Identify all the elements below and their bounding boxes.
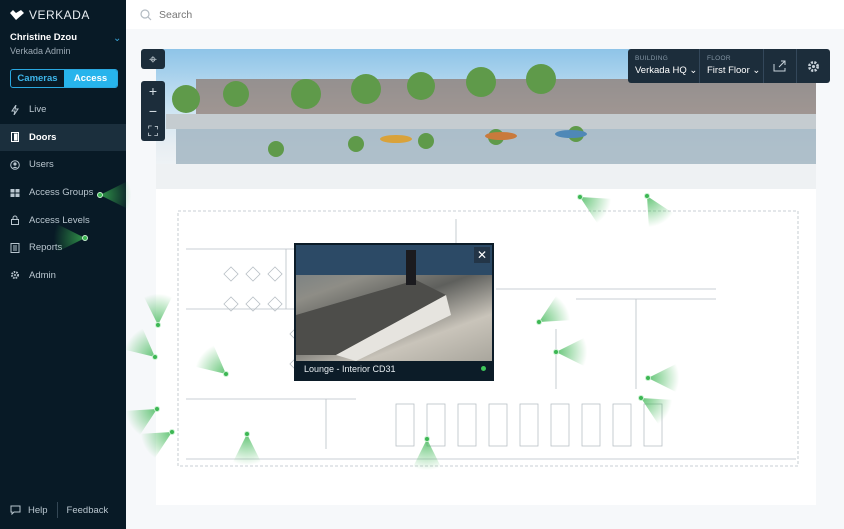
camera-marker[interactable] (152, 354, 158, 360)
camera-marker[interactable] (424, 436, 430, 442)
sidebar-item-label: Access Levels (29, 214, 90, 226)
sidebar-item-label: Users (29, 159, 54, 171)
zoom-out-button[interactable]: − (141, 101, 165, 121)
camera-marker[interactable] (169, 429, 175, 435)
sidebar: VERKADA Christine Dzou Verkada Admin ⌄ C… (0, 0, 126, 529)
search-input[interactable] (159, 8, 294, 21)
camera-marker[interactable] (645, 375, 651, 381)
brand-name: VERKADA (29, 8, 90, 22)
building-label: BUILDING (635, 55, 669, 62)
user-name[interactable]: Christine Dzou (10, 32, 77, 43)
user-circle-icon (10, 160, 20, 170)
map-pin-icon: ⌖ (149, 50, 157, 67)
search-icon (140, 8, 152, 20)
verkada-logo-icon (10, 10, 24, 20)
feedback-link[interactable]: Feedback (67, 505, 109, 516)
camera-popup: ✕ Lounge - Interior CD31 (294, 243, 494, 381)
help-link[interactable]: Help (28, 505, 48, 516)
chat-icon (10, 505, 21, 515)
camera-marker[interactable] (154, 406, 160, 412)
divider (56, 502, 58, 518)
camera-marker[interactable] (553, 349, 559, 355)
gear-icon (11, 271, 19, 280)
camera-marker[interactable] (223, 371, 229, 377)
share-icon (773, 60, 786, 72)
search-bar (126, 0, 844, 29)
sidebar-item-label: Doors (29, 131, 57, 143)
tab-cameras[interactable]: Cameras (11, 70, 64, 87)
user-role: Verkada Admin (10, 46, 71, 56)
camera-marker[interactable] (577, 194, 583, 200)
camera-marker[interactable] (638, 395, 644, 401)
location-picker: BUILDING Verkada HQ ⌄ FLOOR First Floor … (628, 49, 830, 83)
close-icon[interactable]: ✕ (474, 247, 490, 263)
camera-marker[interactable] (155, 322, 161, 328)
gear-icon (808, 60, 819, 72)
sidebar-footer: Help Feedback (10, 502, 108, 518)
lock-icon (11, 215, 19, 226)
sidebar-item-label: Access Groups (29, 187, 94, 199)
sidebar-item-label: Live (29, 104, 47, 116)
chevron-down-icon: ⌄ (689, 65, 698, 76)
floor-select[interactable]: FLOOR First Floor ⌄ (700, 49, 764, 83)
floor-value: First Floor (707, 65, 750, 76)
sidebar-item-live[interactable]: Live (0, 96, 126, 124)
tab-access[interactable]: Access (64, 70, 117, 87)
building-value: Verkada HQ (635, 65, 687, 76)
sidebar-item-users[interactable]: Users (0, 151, 126, 179)
floor-label: FLOOR (707, 55, 731, 62)
share-button[interactable] (764, 49, 798, 83)
camera-marker[interactable] (97, 192, 103, 198)
camera-marker[interactable] (244, 431, 250, 437)
camera-marker[interactable] (536, 319, 542, 325)
door-icon (11, 132, 19, 143)
camera-video-feed[interactable] (296, 245, 492, 361)
status-dot (481, 366, 486, 371)
report-icon (10, 242, 20, 253)
mode-toggle: Cameras Access (10, 69, 118, 88)
sidebar-item-doors[interactable]: Doors (0, 123, 126, 152)
building-select[interactable]: BUILDING Verkada HQ ⌄ (628, 49, 700, 83)
bolt-icon (11, 104, 19, 115)
zoom-in-button[interactable]: + (141, 81, 165, 101)
settings-button[interactable] (797, 49, 830, 83)
sidebar-item-admin[interactable]: Admin (0, 262, 126, 290)
chevron-down-icon[interactable]: ⌄ (113, 33, 121, 44)
camera-marker[interactable] (82, 235, 88, 241)
chevron-down-icon: ⌄ (752, 65, 761, 76)
group-icon (10, 188, 20, 197)
camera-marker[interactable] (644, 193, 650, 199)
fullscreen-button[interactable]: ⛶ (141, 121, 165, 141)
sidebar-item-label: Admin (29, 269, 56, 281)
camera-popup-title: Lounge - Interior CD31 (304, 364, 396, 374)
floor-map[interactable]: ⌖ + − ⛶ BUILDING Verkada HQ ⌄ FLOOR Firs… (126, 29, 844, 529)
map-view-button[interactable]: ⌖ (141, 49, 165, 69)
verkada-logo[interactable]: VERKADA (10, 8, 90, 22)
zoom-controls: + − ⛶ (141, 81, 165, 141)
